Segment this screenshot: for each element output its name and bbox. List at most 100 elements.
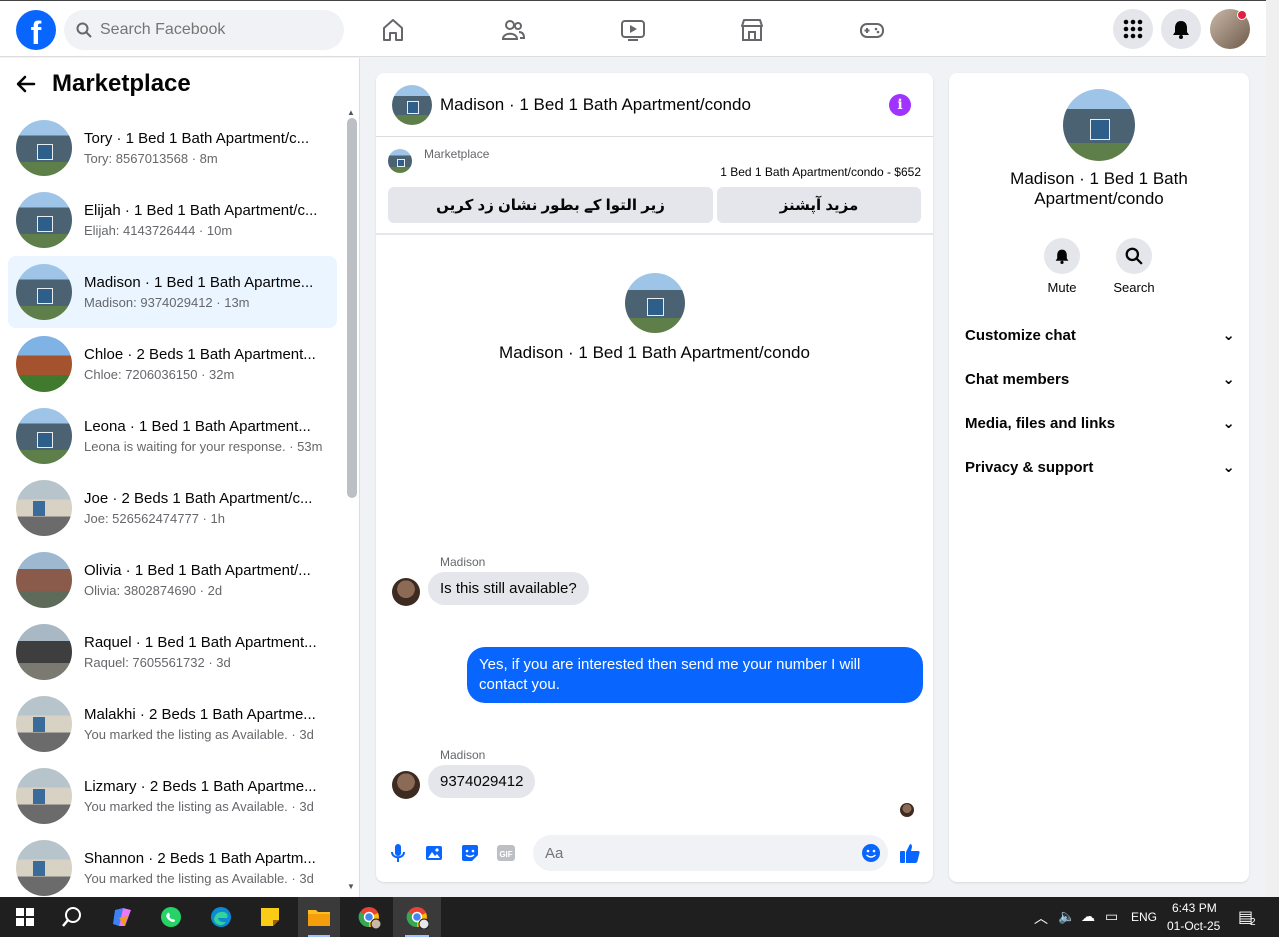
sticky-notes-icon[interactable] (256, 903, 284, 931)
scroll-up-arrow-icon[interactable]: ▲ (347, 108, 355, 117)
conversation-item[interactable]: Lizmary · 2 Beds 1 Bath Apartme... You ma… (8, 760, 337, 832)
sender-avatar[interactable] (392, 771, 420, 799)
notifications-bell-icon[interactable] (1161, 9, 1201, 49)
conversation-thumbnail (16, 336, 72, 392)
message-sender: Madison (440, 748, 486, 762)
conversation-item[interactable]: Tory · 1 Bed 1 Bath Apartment/c... Tory: … (8, 112, 337, 184)
conversation-item[interactable]: Malakhi · 2 Beds 1 Bath Apartme... You ma… (8, 688, 337, 760)
volume-icon[interactable]: 🔈 (1058, 908, 1075, 925)
conversation-text: Joe · 2 Beds 1 Bath Apartment/c... Joe: 5… (84, 490, 324, 526)
message-bubble-incoming[interactable]: 9374029412 (428, 765, 536, 798)
conversation-thumbnail (16, 120, 72, 176)
message-bubble-incoming[interactable]: Is this still available? (428, 572, 589, 605)
back-arrow-icon[interactable] (16, 74, 36, 94)
whatsapp-icon[interactable] (157, 903, 185, 931)
notification-dot (1237, 10, 1247, 20)
microphone-icon[interactable] (387, 842, 409, 864)
tray-expand-icon[interactable]: ︿ (1034, 908, 1048, 928)
home-icon[interactable] (376, 13, 410, 47)
conversation-thumbnail (16, 840, 72, 896)
gif-icon[interactable]: GIF (495, 842, 517, 864)
conversation-preview: Raquel: 7605561732 · 3d (84, 655, 231, 670)
conversation-text: Elijah · 1 Bed 1 Bath Apartment/c... Elij… (84, 202, 324, 238)
privacy-support-row[interactable]: Privacy & support ⌄ (965, 455, 1235, 479)
conversation-item[interactable]: Elijah · 1 Bed 1 Bath Apartment/c... Elij… (8, 184, 337, 256)
language-indicator[interactable]: ENG (1131, 910, 1157, 924)
sticker-icon[interactable] (459, 842, 481, 864)
conversation-item[interactable]: Leona · 1 Bed 1 Bath Apartment... Leona i… (8, 400, 337, 472)
conversation-item[interactable]: Chloe · 2 Beds 1 Bath Apartment... Chloe:… (8, 328, 337, 400)
scroll-down-arrow-icon[interactable]: ▼ (347, 882, 355, 891)
details-avatar[interactable] (1063, 89, 1135, 161)
message-input[interactable] (533, 835, 888, 871)
conversation-text: Tory · 1 Bed 1 Bath Apartment/c... Tory: … (84, 130, 324, 166)
chrome-profile-icon[interactable] (355, 903, 383, 931)
photo-icon[interactable] (423, 842, 445, 864)
conversation-preview: You marked the listing as Available. · 3… (84, 727, 314, 742)
chat-header: Madison · 1 Bed 1 Bath Apartment/condo i (376, 73, 933, 137)
conversation-item[interactable]: Raquel · 1 Bed 1 Bath Apartment... Raquel… (8, 616, 337, 688)
listing-avatar[interactable] (392, 84, 432, 125)
listing-large-avatar[interactable] (624, 273, 685, 333)
conversation-item[interactable]: Olivia · 1 Bed 1 Bath Apartment/... Olivi… (8, 544, 337, 616)
row-label: Chat members (965, 370, 1070, 388)
search-icon (76, 22, 92, 38)
file-explorer-icon[interactable] (305, 903, 333, 931)
conversation-title: Chloe · 2 Beds 1 Bath Apartment... (84, 346, 316, 363)
info-icon[interactable]: i (889, 94, 911, 116)
conversation-text: Lizmary · 2 Beds 1 Bath Apartme... You ma… (84, 778, 324, 814)
conversation-text: Shannon · 2 Beds 1 Bath Apartm... You mar… (84, 850, 324, 886)
search-input[interactable] (100, 21, 320, 39)
conversation-item[interactable]: Joe · 2 Beds 1 Bath Apartment/c... Joe: 5… (8, 472, 337, 544)
customize-chat-row[interactable]: Customize chat ⌄ (965, 323, 1235, 347)
listing-price[interactable]: 1 Bed 1 Bath Apartment/condo - $652 (720, 165, 921, 179)
search-conversation-button[interactable]: Search (1104, 238, 1164, 295)
menu-grid-icon[interactable] (1113, 9, 1153, 49)
mute-label: Mute (1047, 280, 1077, 295)
conversation-item[interactable]: Madison · 1 Bed 1 Bath Apartme... Madison… (8, 256, 337, 328)
edge-icon[interactable] (207, 903, 235, 931)
conversation-title: Elijah · 1 Bed 1 Bath Apartment/c... (84, 202, 318, 219)
intro-name: Madison · 1 Bed 1 Bath Apartment/condo (499, 343, 810, 362)
windows-taskbar: ︿ 🔈 ☁ ▭ ENG 6:43 PM 01-Oct-25 ▤ 2 (0, 897, 1279, 937)
conversation-item[interactable]: Shannon · 2 Beds 1 Bath Apartm... You mar… (8, 832, 337, 897)
conversation-text: Raquel · 1 Bed 1 Bath Apartment... Raquel… (84, 634, 324, 670)
conversation-preview: You marked the listing as Available. · 3… (84, 871, 314, 886)
copilot-icon[interactable] (108, 903, 136, 931)
media-files-links-row[interactable]: Media, files and links ⌄ (965, 411, 1235, 435)
gaming-icon[interactable] (855, 13, 889, 47)
clock-time[interactable]: 6:43 PM (1172, 901, 1217, 915)
conversation-thumbnail (16, 480, 72, 536)
network-icon[interactable]: ▭ (1105, 908, 1118, 925)
friends-icon[interactable] (496, 13, 530, 47)
chat-members-row[interactable]: Chat members ⌄ (965, 367, 1235, 391)
listing-thumbnail[interactable] (388, 149, 412, 173)
conversation-thumbnail (16, 192, 72, 248)
emoji-icon[interactable] (860, 842, 882, 864)
mark-pending-button[interactable]: زیر التوا کے بطور نشان زد کریں (388, 187, 713, 223)
mute-button[interactable]: Mute (1032, 238, 1092, 295)
windows-start-icon[interactable] (11, 903, 39, 931)
taskbar-search-icon[interactable] (58, 903, 86, 931)
sidebar-scrollbar[interactable] (347, 118, 357, 498)
marketplace-icon[interactable] (735, 13, 769, 47)
sender-avatar[interactable] (392, 578, 420, 606)
conversation-thumbnail (16, 408, 72, 464)
conversation-text: Leona · 1 Bed 1 Bath Apartment... Leona i… (84, 418, 324, 454)
chat-intro: Madison · 1 Bed 1 Bath Apartment/condo (376, 273, 933, 363)
clock-date[interactable]: 01-Oct-25 (1167, 919, 1220, 933)
sync-off-icon[interactable]: ☁ (1081, 908, 1095, 925)
thumbs-up-icon[interactable] (899, 842, 921, 864)
facebook-logo-icon[interactable]: f (16, 10, 56, 50)
row-label: Privacy & support (965, 458, 1094, 476)
search-box[interactable] (64, 10, 344, 50)
page-scrollbar[interactable] (1266, 0, 1279, 897)
chat-title[interactable]: Madison · 1 Bed 1 Bath Apartment/condo (440, 95, 751, 115)
conversation-thumbnail (16, 264, 72, 320)
conversation-preview: Madison: 9374029412 · 13m (84, 295, 250, 310)
more-options-button[interactable]: مزید آپشنز (717, 187, 921, 223)
chrome-icon[interactable] (403, 903, 431, 931)
sidebar-header: Marketplace (16, 70, 191, 98)
message-bubble-outgoing[interactable]: Yes, if you are interested then send me … (467, 647, 923, 703)
video-icon[interactable] (616, 13, 650, 47)
